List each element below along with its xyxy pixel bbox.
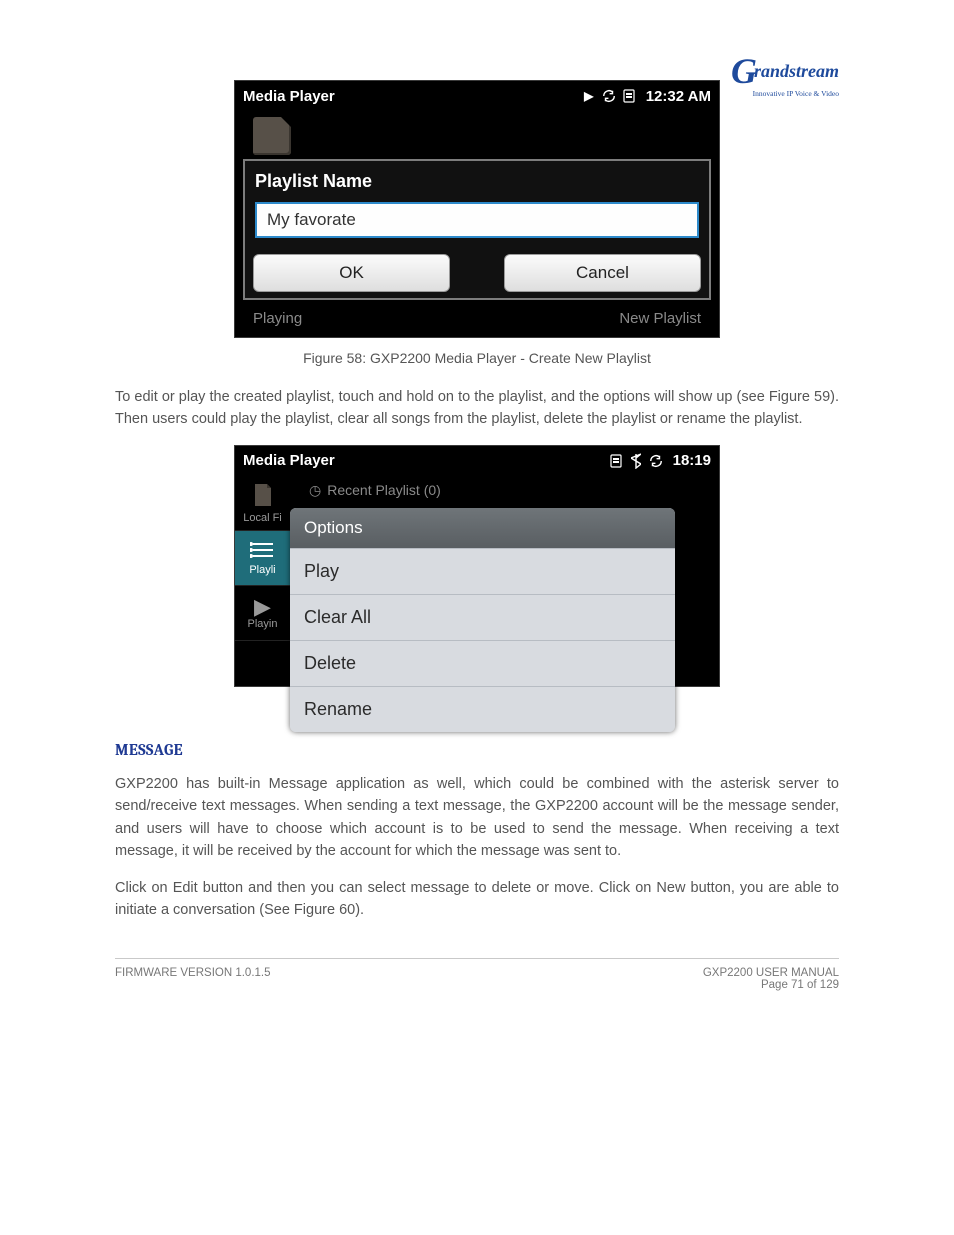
sidebar-tab-playlist[interactable]: Playli: [235, 531, 290, 586]
section-heading-message: MESSAGE: [115, 741, 839, 759]
playlist-name-dialog: Playlist Name OK Cancel: [243, 159, 711, 300]
dialog-title: Playlist Name: [245, 161, 709, 200]
paragraph-1: To edit or play the created playlist, to…: [115, 386, 839, 431]
playlist-name-input[interactable]: [255, 202, 699, 238]
clock-icon: ◷: [309, 482, 321, 498]
options-item-delete[interactable]: Delete: [290, 640, 675, 686]
screenshot-playlist-options: Media Player 18:19 Local Fi: [234, 445, 720, 687]
refresh-icon: [602, 89, 616, 103]
options-item-rename[interactable]: Rename: [290, 686, 675, 732]
footer-left: FIRMWARE VERSION 1.0.1.5: [115, 967, 271, 991]
play-icon: ▶: [582, 89, 596, 103]
options-menu-header: Options: [290, 508, 675, 548]
recent-playlist-label: ◷Recent Playlist (0): [309, 482, 441, 499]
play-icon: ▶: [254, 596, 271, 618]
bottom-tab-playing: Playing: [253, 310, 302, 327]
sidebar-item-label: Playin: [248, 618, 278, 630]
paragraph-2: GXP2200 has built-in Message application…: [115, 773, 839, 863]
options-item-clear-all[interactable]: Clear All: [290, 594, 675, 640]
sidebar-item-label: Local Fi: [243, 512, 282, 524]
refresh-icon: [649, 454, 663, 468]
page-footer: FIRMWARE VERSION 1.0.1.5 GXP2200 USER MA…: [115, 958, 839, 991]
brand-logo: Grandstream Innovative IP Voice & Video: [731, 50, 839, 98]
paragraph-3: Click on Edit button and then you can se…: [115, 877, 839, 922]
screenshot-create-playlist: Media Player ▶ 12:32 AM Playlist Name OK…: [234, 80, 720, 338]
footer-right-line1: GXP2200 USER MANUAL: [703, 967, 839, 979]
options-item-play[interactable]: Play: [290, 548, 675, 594]
file-icon: [251, 482, 275, 512]
brand-rest: randstream: [754, 61, 839, 82]
sidebar-tab-playing[interactable]: ▶ Playin: [235, 586, 290, 641]
options-menu: Options Play Clear All Delete Rename: [290, 508, 675, 732]
bottom-tab-new-playlist: New Playlist: [619, 310, 701, 327]
clock: 12:32 AM: [646, 88, 711, 105]
status-bar: Media Player ▶ 12:32 AM: [235, 81, 719, 111]
bluetooth-icon: [629, 454, 643, 468]
app-title: Media Player: [243, 88, 335, 105]
figure-caption-1: Figure 58: GXP2200 Media Player - Create…: [115, 350, 839, 366]
list-icon: [250, 540, 276, 564]
footer-right-line2: Page 71 of 129: [703, 979, 839, 991]
app-title: Media Player: [243, 452, 335, 469]
sim-icon: [609, 454, 623, 468]
sim-icon: [622, 89, 636, 103]
ok-button[interactable]: OK: [253, 254, 450, 292]
sidebar-tab-local-files[interactable]: Local Fi: [235, 476, 290, 531]
clock: 18:19: [673, 452, 711, 469]
sidebar-item-label: Playli: [249, 564, 275, 576]
file-icon: [253, 117, 291, 155]
cancel-button[interactable]: Cancel: [504, 254, 701, 292]
status-bar: Media Player 18:19: [235, 446, 719, 476]
